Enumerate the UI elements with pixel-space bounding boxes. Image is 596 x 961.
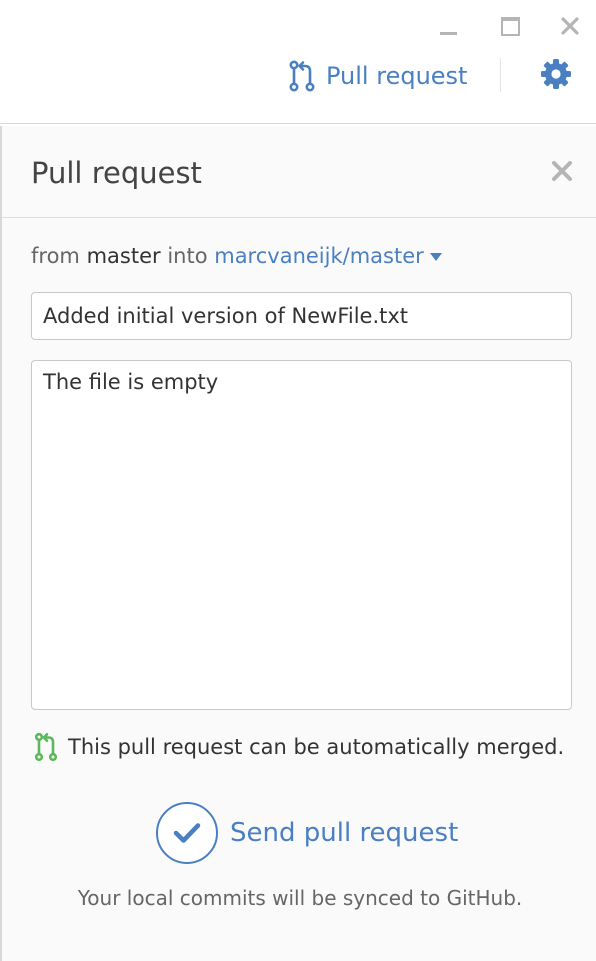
gear-icon (541, 59, 571, 89)
maximize-button[interactable] (494, 10, 526, 42)
merge-status-text: This pull request can be automatically m… (68, 735, 565, 759)
minimize-button[interactable] (432, 10, 464, 42)
close-icon (561, 17, 579, 35)
sync-note: Your local commits will be synced to Git… (77, 886, 523, 910)
git-pull-request-icon (289, 60, 315, 92)
pull-request-toolbar-label: Pull request (326, 62, 468, 90)
window-close-button[interactable] (554, 10, 586, 42)
send-pull-request-label: Send pull request (230, 818, 459, 848)
target-branch-label: marcvaneijk/master (214, 244, 424, 268)
caret-down-icon (429, 253, 442, 261)
pull-request-title-input[interactable] (31, 292, 572, 340)
from-label: from (31, 244, 80, 268)
send-circle (156, 802, 218, 864)
pull-request-toolbar-button[interactable]: Pull request (288, 56, 467, 96)
panel-close-button[interactable] (548, 157, 576, 185)
pull-request-panel: Pull request from master into marcvaneij… (0, 126, 596, 961)
target-branch-dropdown[interactable]: marcvaneijk/master (214, 244, 442, 268)
merge-status: This pull request can be automatically m… (34, 732, 564, 762)
send-pull-request-button[interactable]: Send pull request (156, 802, 458, 864)
top-bar: Pull request (0, 0, 596, 124)
minimize-icon (440, 32, 457, 35)
github-desktop-window: Pull request Pull request from master in… (0, 0, 596, 961)
maximize-icon (500, 16, 520, 36)
panel-header: Pull request (2, 126, 596, 218)
checkmark-icon (173, 823, 201, 843)
settings-button[interactable] (539, 57, 573, 91)
branch-selector-line: from master into marcvaneijk/master (31, 244, 442, 268)
git-pull-request-icon (34, 732, 58, 762)
into-label: into (167, 244, 208, 268)
close-icon (552, 161, 572, 181)
source-branch: master (86, 244, 161, 268)
pull-request-description-input[interactable]: The file is empty (31, 360, 572, 710)
panel-title: Pull request (31, 156, 202, 190)
toolbar-divider (500, 58, 501, 92)
